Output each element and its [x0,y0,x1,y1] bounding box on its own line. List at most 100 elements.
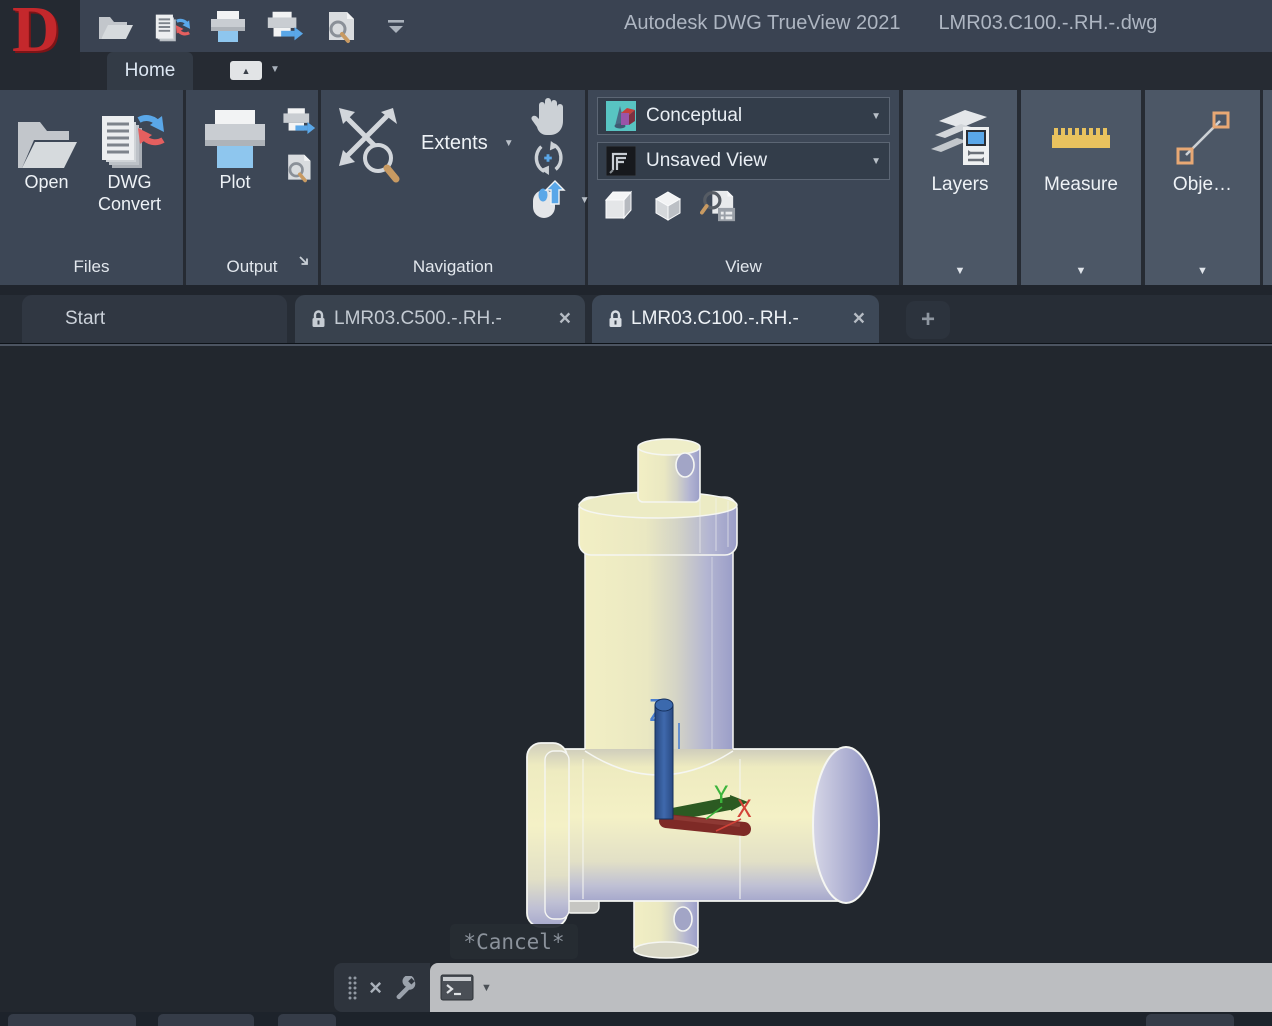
command-line-dock: × ▼ [334,963,1272,1012]
convert-label-2: Convert [98,194,161,214]
layout-tab-segment[interactable] [8,1014,136,1026]
ribbon-bottom-gap [0,285,1272,295]
panel-navigation: Extents ▼ [321,90,585,285]
dialog-launcher-icon[interactable] [298,249,311,277]
chevron-down-icon[interactable]: ▼ [481,982,492,994]
ucs-y-label: Y [714,781,729,809]
visual-style-icon [606,101,636,131]
panel-clipped [1263,90,1272,285]
panel-object[interactable]: Obje… ▼ [1145,90,1260,285]
named-views-icon [700,188,736,224]
named-view-value: Unsaved View [646,150,853,172]
new-tab-button[interactable]: + [906,301,950,339]
zoom-extents-button[interactable]: Extents ▼ [331,100,514,186]
object-line-icon [1170,102,1236,174]
lock-icon [311,310,326,328]
quick-access-toolbar [96,7,416,47]
wrench-icon[interactable] [393,976,417,1000]
batch-plot-button[interactable] [264,8,304,46]
drawing-viewport[interactable]: Z Y X *Cancel* [0,347,1272,1026]
orbit-button[interactable] [530,142,566,174]
layout-tab-segment[interactable] [158,1014,254,1026]
chevron-down-icon[interactable]: ▼ [1076,265,1087,285]
document-title: LMR03.C100.-.RH.-.dwg [938,12,1157,35]
open-label: Open [24,172,68,194]
cancel-badge-text: *Cancel* [463,930,564,954]
cancel-tooltip: *Cancel* [450,924,578,959]
ribbon-minimize-chevron[interactable]: ▼ [270,64,280,75]
close-icon[interactable]: × [853,307,865,331]
named-view-dropdown[interactable]: Unsaved View ▼ [597,142,890,180]
dwg-convert-big-button[interactable]: DWG Convert [90,98,170,253]
application-menu-button[interactable]: D [0,0,80,90]
files-panel-label[interactable]: Files [0,253,183,285]
ribbon: Open DWG [0,90,1272,285]
tab-lmr03-c100-active[interactable]: LMR03.C100.-.RH.- × [592,295,879,343]
output-panel-label[interactable]: Output [186,253,318,285]
view-icon [606,146,636,176]
open-file-button[interactable]: Open [14,98,80,253]
tab-lmr03-c500[interactable]: LMR03.C500.-.RH.- × [295,295,585,343]
visual-style-dropdown[interactable]: Conceptual ▼ [597,97,890,135]
chevron-down-icon: ▼ [871,111,881,122]
preview-small-button[interactable] [280,152,316,184]
close-icon[interactable]: × [559,307,571,331]
document-tab-bar: Start LMR03.C500.-.RH.- × LMR03.C100.-.R… [0,295,1272,343]
orbit-icon [530,138,566,178]
view-panel-label[interactable]: View [588,253,899,285]
plot-big-button[interactable]: Plot [200,98,270,253]
layers-label: Layers [931,174,988,196]
tab-home[interactable]: Home [107,52,193,90]
tab-start[interactable]: Start [22,295,287,343]
chevron-down-icon[interactable]: ▼ [955,265,966,285]
command-prompt-icon [440,974,474,1001]
plot-button[interactable] [208,8,248,46]
dwg-convert-button[interactable] [152,8,192,46]
layout-tab-segment[interactable] [1146,1014,1234,1026]
measure-ruler-icon [1050,102,1112,174]
folder-open-icon [97,12,135,42]
close-icon[interactable]: × [369,975,382,1001]
app-title: Autodesk DWG TrueView 2021 [624,12,900,35]
zoom-extents-icon [331,100,407,186]
chevron-down-icon[interactable]: ▼ [1197,265,1208,285]
navigation-panel-label[interactable]: Navigation [321,253,585,285]
object-label: Obje… [1173,174,1232,196]
cube-icon [600,188,636,224]
command-dock-handle[interactable]: × [334,963,430,1012]
box-view-button[interactable] [600,190,636,222]
iso-cube-button[interactable] [650,190,686,222]
plus-icon: + [921,306,935,334]
folder-open-icon [14,98,80,172]
zoom-mouse-button[interactable] [530,184,566,216]
dwg-convert-icon [90,98,170,172]
extents-label: Extents [421,132,488,155]
panel-layers[interactable]: Layers ▼ [903,90,1017,285]
measure-label: Measure [1044,174,1118,196]
chevron-down-icon[interactable]: ▼ [504,138,514,149]
plot-label: Plot [219,172,250,194]
ribbon-tab-strip: Home ▲ ▼ [80,52,1272,90]
batch-plot-small-button[interactable] [280,106,316,138]
plot-preview-icon [321,10,359,44]
chevron-down-icon: ▼ [270,64,280,75]
mouse-zoom-icon [530,180,566,220]
command-input[interactable]: ▼ [430,963,1272,1012]
qat-customize-button[interactable] [376,8,416,46]
panel-measure[interactable]: Measure ▼ [1021,90,1141,285]
open-button[interactable] [96,8,136,46]
pan-hand-icon [530,95,566,137]
ribbon-minimize-button[interactable]: ▲ [230,61,262,80]
pan-button[interactable] [530,100,566,132]
visual-style-value: Conceptual [646,105,853,127]
named-views-button[interactable] [700,190,736,222]
drag-dots-icon [347,975,358,1001]
chevron-down-icon: ▼ [871,156,881,167]
plot-preview-button[interactable] [320,8,360,46]
layers-icon [925,102,995,174]
lock-icon [608,310,623,328]
isometric-cube-icon [652,189,684,223]
panel-view: Conceptual ▼ Unsaved View ▼ [588,90,899,285]
layout-tab-segment[interactable] [278,1014,336,1026]
up-triangle-icon: ▲ [242,66,251,76]
